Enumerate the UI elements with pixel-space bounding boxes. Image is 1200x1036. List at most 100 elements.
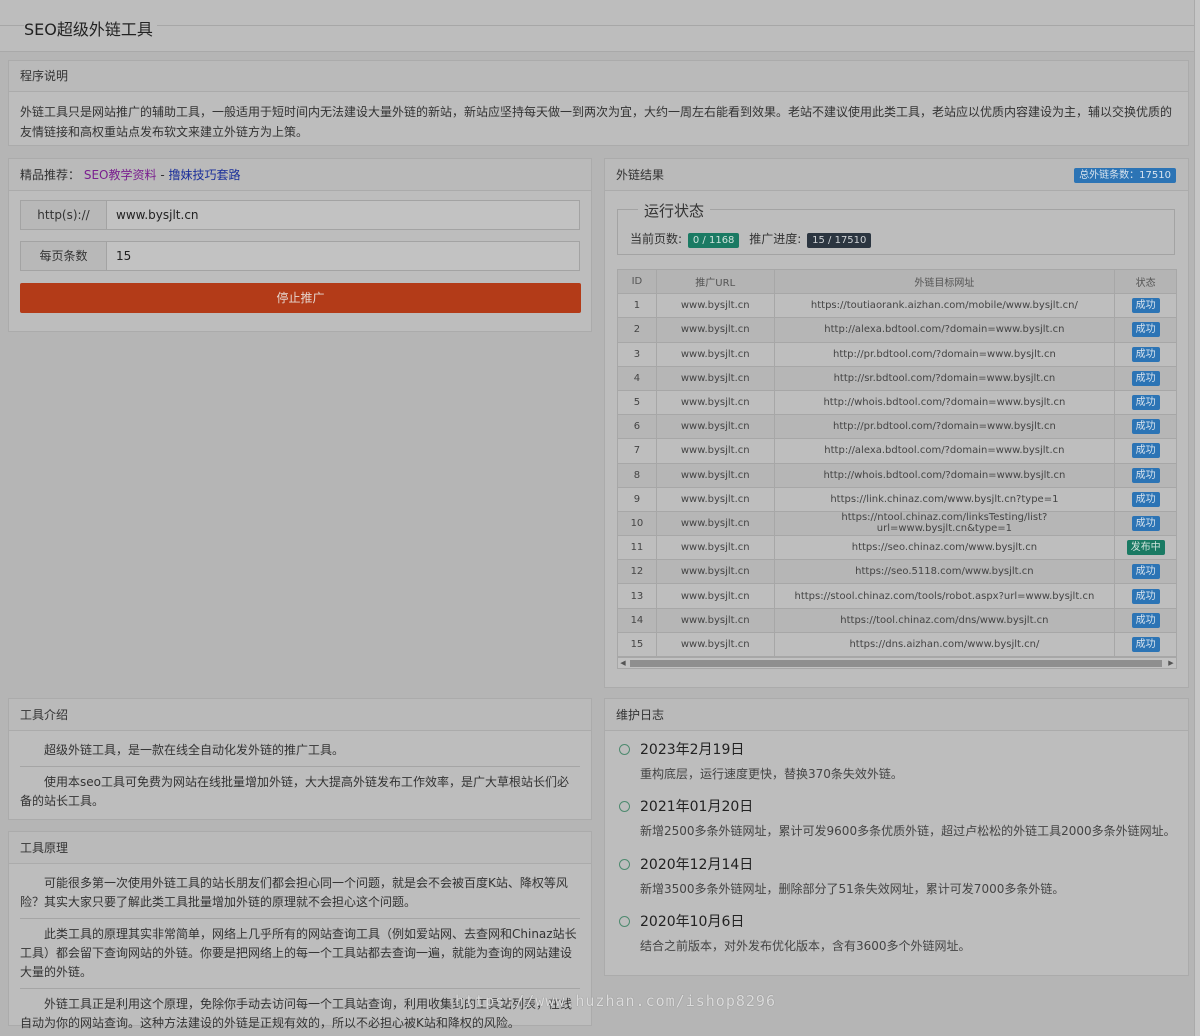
page-title: SEO超级外链工具 [24,16,157,40]
cell-url: www.bysjlt.cn [655,414,775,440]
table-row: 4 www.bysjlt.cn http://sr.bdtool.com/?doma… [617,365,1177,391]
log-desc: 新增2500多条外链网址，累计可发9600多条优质外链，超过卢松松的外链工具20… [640,824,1176,838]
table-row: 2 www.bysjlt.cn http://alexa.bdtool.com/?d… [617,317,1177,343]
url-input[interactable]: www.bysjlt.cn [116,201,199,229]
cell-target: https://tool.chinaz.com/dns/www.bysjlt.c… [773,607,1116,633]
maintenance-log-panel: 维护日志 2023年2月19日 重构底层，运行速度更快，替换370条失效外链。 … [604,698,1189,976]
recommend-label: 精品推荐： [20,168,81,182]
scroll-right-icon[interactable]: ▶ [1166,658,1176,668]
cell-status: 成功 [1114,414,1177,440]
table-row: 13 www.bysjlt.cn https://stool.chinaz.com/… [617,583,1177,609]
recommend-separator: - [160,168,165,182]
timeline-dot-icon [619,859,630,870]
status-badge: 成功 [1131,395,1160,411]
cell-target: https://ntool.chinaz.com/linksTesting/li… [773,510,1116,537]
cell-status: 成功 [1114,583,1177,609]
principle-heading: 工具原理 [9,832,591,864]
vertical-scrollbar[interactable] [1194,0,1200,1036]
results-table: ID 推广URL 外链目标网址 状态 1 www.bysjlt.cn https:/… [617,268,1177,658]
cell-status: 发布中 [1114,535,1177,561]
cell-status: 成功 [1114,438,1177,464]
cell-target: https://toutiaorank.aizhan.com/mobile/ww… [773,293,1116,319]
tool-intro-panel: 工具介绍 超级外链工具，是一款在线全自动化发外链的推广工具。 使用本seo工具可… [8,698,592,820]
cell-url: www.bysjlt.cn [655,317,775,343]
cell-status: 成功 [1114,365,1177,391]
status-badge: 成功 [1131,467,1160,483]
cell-url: www.bysjlt.cn [655,462,775,488]
total-links-badge: 总外链条数：17510 [1074,168,1176,183]
per-page-field[interactable]: 每页条数 15 [20,241,580,271]
cell-target: http://alexa.bdtool.com/?domain=www.bysj… [773,438,1116,464]
timeline-dot-icon [619,916,630,927]
cell-id: 10 [617,510,657,537]
stop-promotion-button[interactable]: 停止推广 [20,283,581,313]
status-badge: 成功 [1131,346,1160,362]
cell-url: www.bysjlt.cn [655,559,775,585]
cell-id: 8 [617,462,657,488]
progress-label: 推广进度: [749,232,802,246]
cell-target: http://whois.bdtool.com/?domain=www.bysj… [773,462,1116,488]
table-row: 9 www.bysjlt.cn https://link.chinaz.com/ww… [617,486,1177,512]
current-page-label: 当前页数: [630,232,683,246]
cell-status: 成功 [1114,607,1177,633]
cell-url: www.bysjlt.cn [655,365,775,391]
cell-url: www.bysjlt.cn [655,438,775,464]
timeline-dot-icon [619,744,630,755]
header-divider [0,25,1200,26]
cell-target: http://pr.bdtool.com/?domain=www.bysjlt.… [773,414,1116,440]
table-row: 5 www.bysjlt.cn http://whois.bdtool.com/?d… [617,389,1177,416]
log-date: 2023年2月19日 [640,742,745,758]
cell-id: 12 [617,559,657,585]
table-row: 14 www.bysjlt.cn https://tool.chinaz.com/d… [617,607,1177,633]
table-row: 10 www.bysjlt.cn https://ntool.chinaz.com/… [617,510,1177,537]
cell-id: 5 [617,389,657,416]
run-status-legend: 运行状态 [638,200,711,221]
log-heading: 维护日志 [605,699,1188,731]
recommend-bar: 精品推荐： SEO教学资料 - 撸妹技巧套路 [9,159,591,191]
recommend-link-seo[interactable]: SEO教学资料 [84,168,157,182]
cell-id: 4 [617,365,657,391]
intro-text: 外链工具只是网站推广的辅助工具，一般适用于短时间内无法建设大量外链的新站，新站应… [20,105,1173,139]
cell-url: www.bysjlt.cn [655,535,775,561]
cell-id: 7 [617,438,657,464]
tool-intro-body: 超级外链工具，是一款在线全自动化发外链的推广工具。 使用本seo工具可免费为网站… [9,731,591,827]
cell-target: https://dns.aizhan.com/www.bysjlt.cn/ [773,631,1116,658]
cell-id: 1 [617,293,657,319]
results-table-body: 1 www.bysjlt.cn https://toutiaorank.aizhan… [617,293,1177,658]
url-field[interactable]: http(s):// www.bysjlt.cn [20,200,580,230]
horizontal-scrollbar[interactable]: ◀ ▶ [617,657,1177,669]
cell-target: https://seo.chinaz.com/www.bysjlt.cn [773,535,1116,561]
scroll-left-icon[interactable]: ◀ [618,658,628,668]
cell-id: 9 [617,486,657,512]
page-header: SEO超级外链工具 [0,0,1200,52]
table-row: 12 www.bysjlt.cn https://seo.5118.com/www.… [617,559,1177,585]
col-url-header: 推广URL [655,268,775,295]
cell-status: 成功 [1114,510,1177,537]
status-badge: 成功 [1131,370,1160,386]
table-row: 6 www.bysjlt.cn http://pr.bdtool.com/?doma… [617,414,1177,440]
status-badge: 成功 [1131,443,1160,459]
cell-target: http://alexa.bdtool.com/?domain=www.bysj… [773,317,1116,343]
status-badge: 成功 [1131,491,1160,507]
log-desc: 结合之前版本，对外发布优化版本，含有3600多个外链网址。 [640,939,971,953]
per-page-input[interactable]: 15 [116,242,131,270]
table-row: 7 www.bysjlt.cn http://alexa.bdtool.com/?d… [617,438,1177,464]
cell-id: 15 [617,631,657,658]
scrollbar-thumb[interactable] [630,660,1162,667]
cell-id: 13 [617,583,657,609]
cell-target: https://link.chinaz.com/www.bysjlt.cn?ty… [773,486,1116,512]
progress-badge: 15 / 17510 [807,233,872,248]
cell-status: 成功 [1114,317,1177,343]
table-row: 11 www.bysjlt.cn https://seo.chinaz.com/ww… [617,535,1177,561]
table-row: 8 www.bysjlt.cn http://whois.bdtool.com/?d… [617,462,1177,488]
cell-id: 14 [617,607,657,633]
log-date: 2020年10月6日 [640,914,745,930]
cell-id: 6 [617,414,657,440]
cell-status: 成功 [1114,631,1177,658]
intro-panel: 程序说明 外链工具只是网站推广的辅助工具，一般适用于短时间内无法建设大量外链的新… [8,60,1189,146]
url-prefix-label: http(s):// [21,201,107,229]
cell-id: 3 [617,341,657,367]
cell-url: www.bysjlt.cn [655,607,775,633]
recommend-link-tips[interactable]: 撸妹技巧套路 [169,168,241,182]
current-page-badge: 0 / 1168 [687,233,740,248]
